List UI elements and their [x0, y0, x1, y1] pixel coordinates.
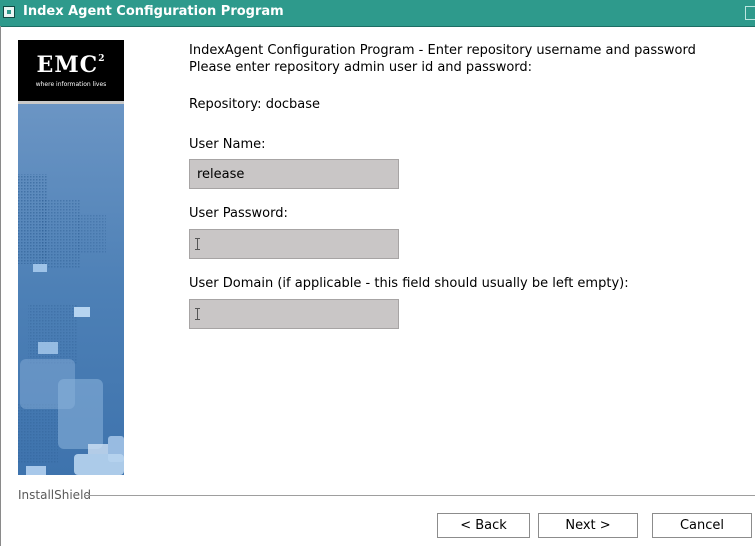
footer-divider — [84, 495, 755, 496]
window-title: Index Agent Configuration Program — [23, 4, 284, 19]
user-domain-input[interactable] — [190, 300, 398, 328]
next-button[interactable]: Next > — [538, 513, 638, 538]
title-bar[interactable]: Index Agent Configuration Program — [0, 0, 755, 27]
user-name-label: User Name: — [189, 137, 266, 152]
user-domain-field[interactable] — [189, 299, 399, 329]
user-password-input[interactable] — [190, 230, 398, 258]
logo-superscript: 2 — [98, 53, 106, 64]
user-password-label: User Password: — [189, 206, 288, 221]
installshield-label: InstallShield — [18, 488, 92, 502]
user-name-input[interactable] — [190, 160, 398, 188]
user-name-field[interactable] — [189, 159, 399, 189]
i-beam-cursor-icon — [195, 308, 200, 320]
back-button[interactable]: < Back — [437, 513, 530, 538]
page-instructions: Please enter repository admin user id an… — [189, 60, 533, 75]
emc-logo: EMC2 where information lives — [18, 40, 124, 104]
cancel-button[interactable]: Cancel — [652, 513, 752, 538]
branding-panel: EMC2 where information lives — [18, 40, 124, 475]
decorative-map-art — [18, 104, 124, 475]
logo-tagline: where information lives — [35, 81, 107, 88]
logo-text: EMC — [36, 52, 99, 78]
window-border — [0, 26, 1, 546]
installer-window: Index Agent Configuration Program EMC2 w… — [0, 0, 755, 546]
i-beam-cursor-icon — [195, 238, 200, 250]
user-domain-label: User Domain (if applicable - this field … — [189, 276, 629, 291]
repository-label: Repository: docbase — [189, 97, 321, 112]
page-heading: IndexAgent Configuration Program - Enter… — [189, 43, 696, 58]
window-menu-icon[interactable] — [3, 6, 15, 18]
maximize-icon[interactable] — [745, 6, 755, 20]
user-password-field[interactable] — [189, 229, 399, 259]
